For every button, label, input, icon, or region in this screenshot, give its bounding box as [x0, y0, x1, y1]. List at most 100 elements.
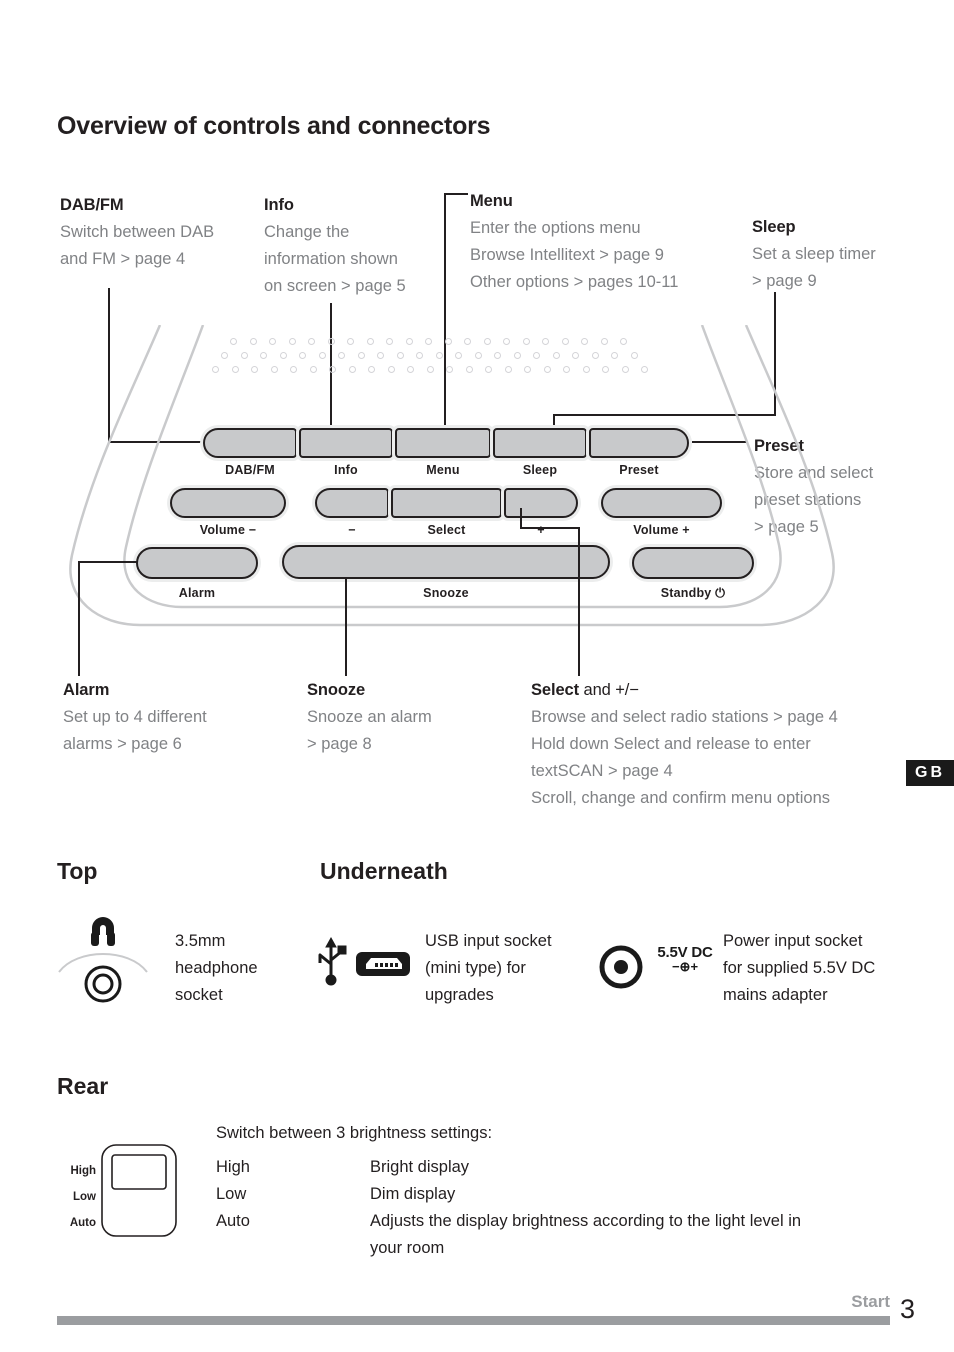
speaker-hole [357, 352, 365, 359]
speaker-hole [446, 366, 453, 373]
footer-page-number: 3 [900, 1294, 916, 1324]
power-socket-text: Power input socket for supplied 5.5V DC … [723, 928, 923, 1009]
speaker-hole [407, 366, 414, 373]
speaker-hole [329, 366, 336, 373]
button-dabfm[interactable] [203, 428, 297, 458]
speaker-hole [561, 338, 569, 345]
speaker-hole [309, 366, 317, 373]
brightness-switch-label-low: Low [73, 1191, 96, 1203]
speaker-hole [269, 338, 276, 345]
speaker-hole [524, 366, 531, 373]
speaker-hole [435, 352, 443, 359]
callout-menu-heading: Menu [470, 192, 513, 210]
speaker-hole [348, 366, 356, 373]
speaker-hole [249, 338, 257, 345]
speaker-hole [600, 338, 608, 345]
callout-sleep-heading: Sleep [752, 218, 796, 236]
speaker-hole [288, 338, 296, 345]
headphone-socket-icon [55, 912, 175, 1012]
leader-line-alarm-vertical [78, 561, 80, 676]
speaker-hole [279, 352, 287, 359]
speaker-hole [338, 352, 345, 359]
callout-select: Select and +/− Browse and select radio s… [531, 677, 911, 812]
button-label-select: Select [427, 523, 466, 537]
leader-line-select-horizontal [520, 527, 580, 529]
speaker-hole [405, 338, 413, 345]
callout-snooze: Snooze Snooze an alarm > page 8 [307, 677, 507, 758]
button-label-snooze: Snooze [423, 586, 469, 600]
button-minus[interactable] [315, 488, 389, 518]
brightness-switch-icon[interactable] [100, 1143, 178, 1238]
dc-power-polarity-label: −⊕+ [671, 959, 699, 974]
callout-info: Info Change the information shown on scr… [264, 192, 454, 300]
brightness-row-low-description: Dim display [370, 1185, 456, 1203]
headphone-socket-text: 3.5mm headphone socket [175, 928, 305, 1009]
callout-snooze-line-2: > page 8 [307, 735, 372, 753]
speaker-hole [630, 352, 638, 359]
button-menu[interactable] [395, 428, 491, 458]
button-label-plus: + [537, 523, 545, 537]
speaker-hole [327, 338, 335, 345]
callout-alarm-heading: Alarm [63, 681, 110, 699]
button-info[interactable] [299, 428, 393, 458]
speaker-grille [60, 325, 870, 395]
button-label-info: Info [334, 463, 358, 477]
usb-socket-line-1: USB input socket [425, 932, 552, 950]
speaker-hole [474, 352, 482, 359]
button-sleep[interactable] [493, 428, 587, 458]
button-snooze[interactable] [282, 545, 610, 579]
power-socket-line-2: for supplied 5.5V DC [723, 959, 876, 977]
speaker-hole [368, 366, 375, 373]
leader-line-select-stub [520, 508, 522, 528]
button-select[interactable] [391, 488, 502, 518]
speaker-hole [212, 366, 219, 373]
speaker-hole [581, 338, 588, 345]
button-label-standby: Standby ⏻ [660, 586, 726, 600]
callout-sleep-line-2: > page 9 [752, 272, 817, 290]
speaker-hole [318, 352, 326, 359]
button-volume-up[interactable] [601, 488, 722, 518]
speaker-hole [416, 352, 423, 359]
footer-section-label: Start [851, 1292, 890, 1311]
section-title-underneath: Underneath [320, 858, 448, 884]
headphone-socket-line-2: headphone [175, 959, 258, 977]
callout-select-heading: Select and +/− [531, 677, 911, 704]
button-alarm[interactable] [136, 547, 258, 579]
speaker-hole [425, 338, 432, 345]
callout-menu-line-2: Browse Intellitext > page 9 [470, 246, 664, 264]
speaker-hole [240, 352, 248, 359]
callout-dabfm-line-1: Switch between DAB [60, 223, 215, 241]
callout-snooze-line-1: Snooze an alarm [307, 708, 432, 726]
callout-alarm-line-2: alarms > page 6 [63, 735, 182, 753]
button-label-menu: Menu [426, 463, 460, 477]
speaker-hole [533, 352, 540, 359]
section-title-top: Top [57, 858, 98, 884]
callout-select-line-2: Hold down Select and release to enter [531, 735, 811, 753]
speaker-hole [503, 338, 510, 345]
section-title-rear: Rear [57, 1073, 109, 1099]
callout-menu-line-3: Other options > pages 10-11 [470, 273, 679, 291]
speaker-hole [464, 338, 471, 345]
brightness-row-low-setting: Low [216, 1185, 247, 1203]
speaker-hole [552, 352, 560, 359]
button-standby[interactable] [632, 547, 754, 579]
button-volume-down[interactable] [170, 488, 286, 518]
speaker-hole [444, 338, 452, 345]
button-preset[interactable] [589, 428, 689, 458]
callout-alarm-line-1: Set up to 4 different [63, 708, 207, 726]
speaker-hole [396, 352, 404, 359]
button-plus[interactable] [504, 488, 578, 518]
speaker-hole [455, 352, 462, 359]
speaker-hole [504, 366, 512, 373]
usb-socket-text: USB input socket (mini type) for upgrade… [425, 928, 600, 1009]
button-label-preset: Preset [619, 463, 659, 477]
speaker-hole [231, 366, 239, 373]
brightness-switch-label-auto: Auto [69, 1217, 96, 1229]
speaker-hole [251, 366, 258, 373]
speaker-hole [387, 366, 395, 373]
leader-line-menu-horizontal [444, 193, 468, 195]
page-title: Overview of controls and connectors [57, 112, 491, 140]
brightness-row-high-setting: High [216, 1158, 250, 1176]
speaker-hole [426, 366, 434, 373]
dc-power-rating: 5.5V DC −⊕+ [645, 944, 725, 975]
